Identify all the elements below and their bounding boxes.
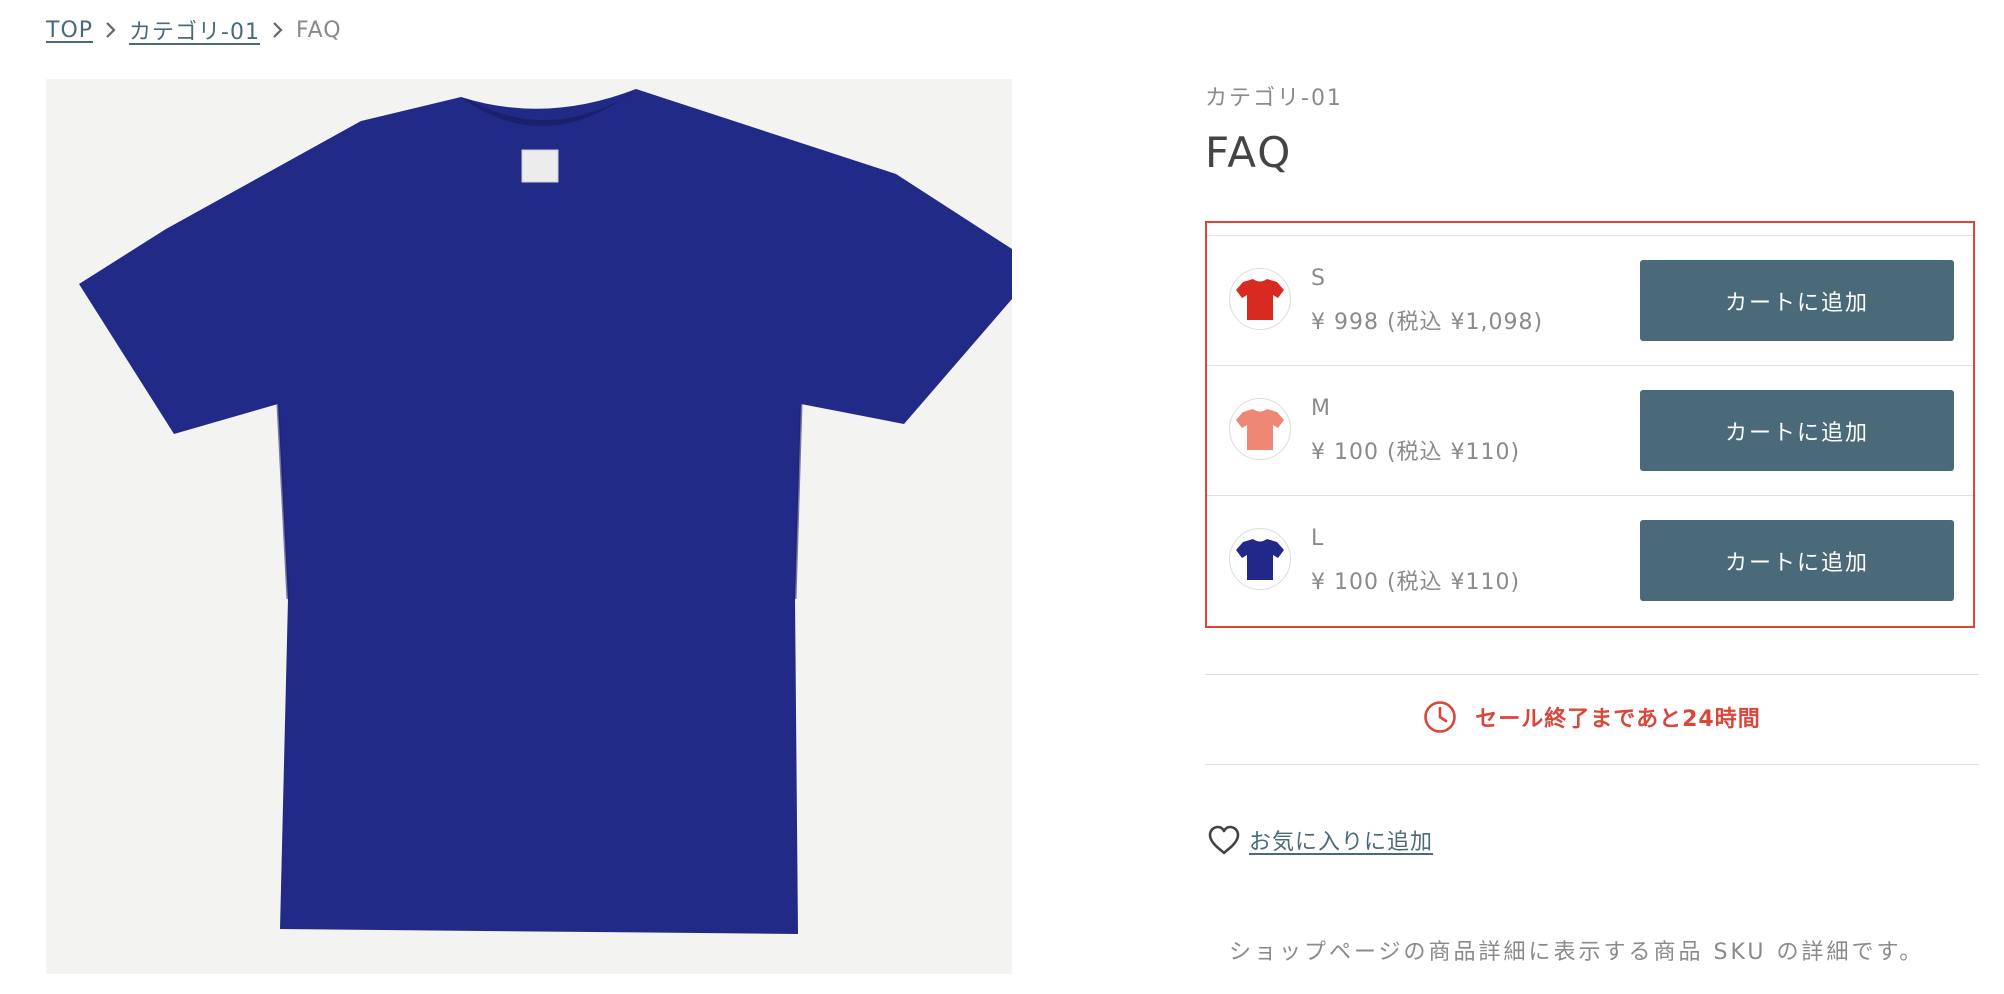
- tshirt-image: [79, 89, 1012, 934]
- sku-size: L: [1311, 526, 1324, 551]
- sku-price: ¥ 100 (税込 ¥110): [1311, 440, 1521, 465]
- sku-size: S: [1311, 266, 1325, 291]
- divider: [1205, 674, 1979, 675]
- clock-icon: [1423, 700, 1457, 734]
- breadcrumb-link-category[interactable]: カテゴリ-01: [129, 14, 260, 46]
- favorite-toggle[interactable]: お気に入りに追加: [1207, 824, 1433, 856]
- sku-row-m: M ¥ 100 (税込 ¥110) カートに追加: [1207, 365, 1973, 495]
- product-description: ショップページの商品詳細に表示する商品 SKU の詳細です。: [1229, 940, 1925, 965]
- sku-size: M: [1311, 396, 1330, 421]
- add-to-cart-button[interactable]: カートに追加: [1640, 260, 1954, 341]
- breadcrumb: TOP カテゴリ-01 FAQ: [46, 14, 342, 46]
- sku-price: ¥ 100 (税込 ¥110): [1311, 570, 1521, 595]
- sku-thumbnail: [1229, 528, 1291, 590]
- heart-icon[interactable]: [1207, 824, 1241, 856]
- tshirt-icon: [1236, 539, 1284, 580]
- tshirt-icon: [1236, 279, 1284, 320]
- sku-thumbnail: [1229, 268, 1291, 330]
- add-to-cart-button[interactable]: カートに追加: [1640, 520, 1954, 601]
- breadcrumb-current: FAQ: [295, 17, 342, 43]
- chevron-right-icon: [93, 21, 129, 39]
- sku-price: ¥ 998 (税込 ¥1,098): [1311, 310, 1544, 335]
- product-title: FAQ: [1205, 128, 1293, 177]
- divider: [1205, 764, 1979, 765]
- sku-row-s: S ¥ 998 (税込 ¥1,098) カートに追加: [1207, 235, 1973, 365]
- product-image: [46, 79, 1012, 974]
- breadcrumb-link-top[interactable]: TOP: [46, 18, 93, 43]
- tshirt-icon: [1236, 409, 1284, 450]
- sku-thumbnail: [1229, 398, 1291, 460]
- chevron-right-icon: [260, 21, 296, 39]
- product-category: カテゴリ-01: [1205, 86, 1343, 111]
- add-to-cart-button[interactable]: カートに追加: [1640, 390, 1954, 471]
- sku-list: S ¥ 998 (税込 ¥1,098) カートに追加 M ¥ 100 (税込 ¥…: [1205, 221, 1975, 628]
- add-to-favorites-link[interactable]: お気に入りに追加: [1249, 824, 1433, 856]
- sale-countdown: セール終了まであと24時間: [1205, 700, 1979, 734]
- sale-text: セール終了まであと24時間: [1475, 707, 1761, 732]
- sku-row-l: L ¥ 100 (税込 ¥110) カートに追加: [1207, 495, 1973, 625]
